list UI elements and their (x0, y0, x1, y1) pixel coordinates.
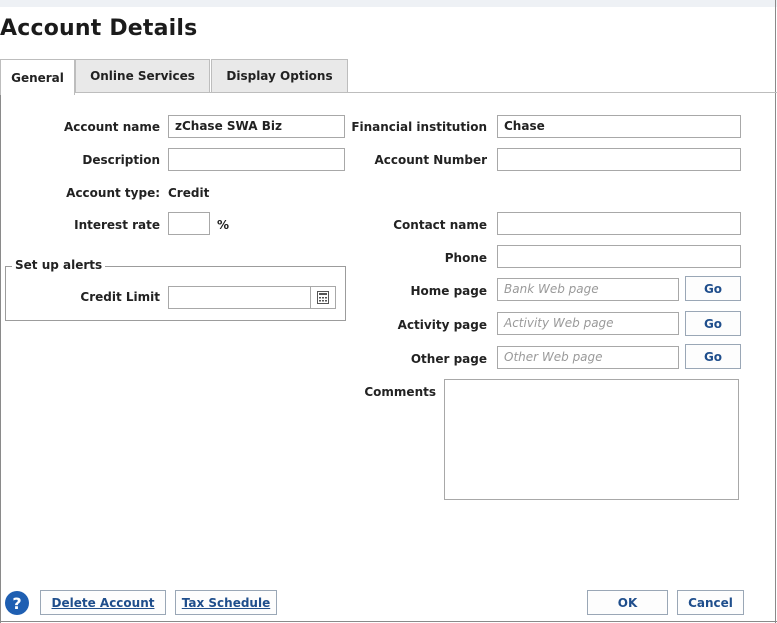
comments-label: Comments (364, 385, 436, 399)
credit-limit-label: Credit Limit (80, 290, 160, 304)
activity-page-input[interactable]: Activity Web page (497, 312, 679, 335)
description-label: Description (82, 153, 160, 167)
ok-button[interactable]: OK (587, 590, 668, 615)
account-type-value: Credit (168, 186, 210, 200)
contact-name-label: Contact name (393, 218, 487, 232)
account-type-label: Account type: (66, 186, 160, 200)
dialog-title: Account Details (0, 16, 198, 41)
contact-name-input[interactable] (497, 212, 741, 235)
tab-display-options[interactable]: Display Options (211, 59, 348, 93)
financial-institution-label: Financial institution (351, 120, 487, 134)
interest-rate-unit: % (217, 218, 230, 232)
tab-display-options-label: Display Options (226, 69, 333, 83)
tax-schedule-label: Tax Schedule (181, 595, 271, 610)
tab-online-services[interactable]: Online Services (75, 59, 210, 93)
activity-page-label: Activity page (397, 318, 487, 332)
account-number-label: Account Number (374, 153, 488, 167)
other-page-input[interactable]: Other Web page (497, 346, 679, 369)
cancel-button[interactable]: Cancel (677, 590, 744, 615)
tab-general-label: General (11, 70, 64, 85)
panel-left-border (0, 93, 1, 623)
tab-general[interactable]: General (0, 59, 75, 95)
account-name-input[interactable]: zChase SWA Biz (168, 115, 345, 138)
phone-label: Phone (444, 251, 487, 265)
interest-rate-input[interactable] (168, 212, 210, 235)
tab-divider (0, 92, 777, 93)
window-top-strip (0, 0, 777, 7)
comments-textarea[interactable] (444, 379, 739, 500)
window-right-border (775, 0, 776, 623)
phone-input[interactable] (497, 245, 741, 268)
home-page-label: Home page (410, 284, 487, 298)
alerts-group-label: Set up alerts (12, 258, 106, 272)
tax-schedule-button[interactable]: Tax Schedule (175, 590, 277, 615)
window-bottom-border (0, 621, 777, 622)
delete-account-button[interactable]: Delete Account (40, 590, 166, 615)
financial-institution-input[interactable]: Chase (497, 115, 741, 138)
account-number-input[interactable] (497, 148, 741, 171)
other-page-go-button[interactable]: Go (685, 344, 741, 369)
account-name-label: Account name (63, 120, 160, 134)
activity-page-go-button[interactable]: Go (685, 311, 741, 336)
help-icon[interactable]: ? (5, 591, 29, 615)
home-page-go-button[interactable]: Go (685, 276, 741, 301)
home-page-input[interactable]: Bank Web page (497, 278, 679, 301)
interest-rate-label: Interest rate (74, 218, 160, 232)
other-page-label: Other page (410, 352, 487, 366)
tab-online-services-label: Online Services (90, 69, 195, 83)
calculator-icon[interactable] (310, 287, 335, 308)
delete-account-label: Delete Account (51, 595, 155, 610)
description-input[interactable] (168, 148, 345, 171)
